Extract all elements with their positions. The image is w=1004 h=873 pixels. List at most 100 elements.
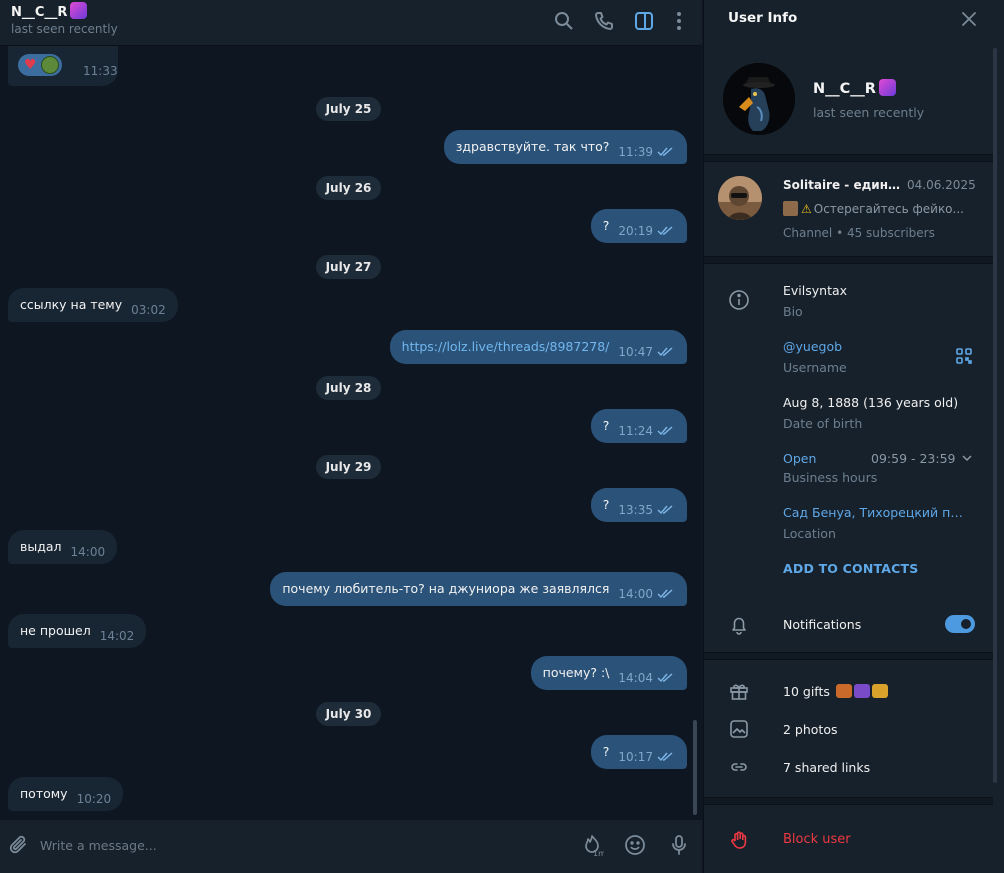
business-hours-state[interactable]: Open <box>783 451 816 466</box>
birthdate-label: Date of birth <box>783 416 863 431</box>
date-separator: July 28 <box>316 376 381 400</box>
read-ticks-icon <box>657 226 673 236</box>
reaction-chip[interactable]: ♥ <box>18 54 62 76</box>
more-options-icon[interactable] <box>668 10 690 32</box>
heart-icon: ♥ <box>24 57 37 73</box>
close-icon[interactable] <box>958 8 980 30</box>
read-ticks-icon <box>657 426 673 436</box>
block-user-button[interactable]: Block user <box>783 832 851 847</box>
business-hours-dropdown[interactable]: 09:59 - 23:59 <box>871 450 972 466</box>
date-separator: July 26 <box>316 176 381 200</box>
message-time: 11:24 <box>618 424 653 438</box>
channel-name: Solitaire - единс... <box>783 178 901 192</box>
message-text: здравствуйте. так что? <box>455 139 610 154</box>
read-ticks-icon <box>657 147 673 157</box>
chat-scrollbar[interactable] <box>693 720 697 815</box>
message-time: 20:19 <box>618 224 653 238</box>
chat-header[interactable]: N__C__R last seen recently <box>0 0 702 46</box>
avatar[interactable] <box>723 63 795 135</box>
message-link[interactable]: https://lolz.live/threads/8987278/ <box>402 339 610 354</box>
links-count: 7 shared links <box>783 760 871 775</box>
message-time: 10:47 <box>618 345 653 359</box>
profile-name: N__C__R <box>813 81 876 97</box>
svg-text:1m: 1m <box>593 849 604 857</box>
message-text: ? <box>602 744 610 759</box>
bio-label: Bio <box>783 304 803 319</box>
user-info-panel: User Info N__C__R last seen recently Sol… <box>703 0 1004 873</box>
timer-icon[interactable]: 1m <box>580 833 606 858</box>
message-out[interactable]: ? 11:24 <box>590 409 687 443</box>
message-out[interactable]: ? 10:17 <box>590 735 687 769</box>
notifications-toggle[interactable] <box>945 615 975 633</box>
message-in[interactable]: потому 10:20 <box>8 777 124 811</box>
business-hours-label: Business hours <box>783 470 878 485</box>
channel-preview-text: Остерегайтесь фейко... <box>813 202 964 216</box>
date-separator: July 29 <box>316 455 381 479</box>
message-list[interactable]: ♥ 11:33 July 25 здравствуйте. так что? 11… <box>0 46 702 820</box>
add-to-contacts-button[interactable]: ADD TO CONTACTS <box>783 561 918 576</box>
read-ticks-icon <box>657 505 673 515</box>
emoji-icon[interactable] <box>623 833 647 857</box>
channel-date: 04.06.2025 <box>907 178 976 192</box>
profile-status: last seen recently <box>813 105 925 120</box>
message-out[interactable]: https://lolz.live/threads/8987278/10:47 <box>389 330 687 364</box>
microphone-icon[interactable] <box>667 833 691 857</box>
qr-code-icon[interactable] <box>954 346 974 366</box>
photo-icon <box>728 718 750 740</box>
message-in[interactable]: выдал 14:00 <box>8 530 118 564</box>
message-text: почему? :\ <box>542 665 610 680</box>
message-in[interactable]: ссылку на тему 03:02 <box>8 288 178 322</box>
read-ticks-icon <box>657 752 673 762</box>
date-separator: July 30 <box>316 702 381 726</box>
emoji-status-icon[interactable] <box>878 79 896 96</box>
location-value[interactable]: Сад Бенуа, Тихорецкий пр.... <box>783 505 968 520</box>
gifts-count: 10 gifts <box>783 684 830 699</box>
composer: 1m <box>0 820 702 873</box>
message-out[interactable]: ? 13:35 <box>590 488 687 522</box>
message-with-reaction[interactable]: ♥ 11:33 <box>8 46 118 86</box>
channel-meta: Channel • 45 subscribers <box>783 226 935 240</box>
gift-icon <box>728 680 750 702</box>
chevron-down-icon <box>961 450 972 462</box>
message-text: выдал <box>20 539 62 554</box>
message-time: 03:02 <box>131 303 166 317</box>
notifications-label: Notifications <box>783 617 862 632</box>
photos-count: 2 photos <box>783 722 838 737</box>
message-time: 14:02 <box>99 629 135 643</box>
message-time: 14:04 <box>618 671 653 685</box>
chat-pane: N__C__R last seen recently ♥ 11:33 July … <box>0 0 702 873</box>
channel-last-post: ⚠ Остерегайтесь фейко... <box>783 201 978 216</box>
message-out[interactable]: почему? :\ 14:04 <box>530 656 687 690</box>
stop-hand-icon <box>728 829 750 851</box>
username-value[interactable]: @yuegob <box>783 339 842 354</box>
message-time: 10:20 <box>76 792 112 806</box>
message-input[interactable] <box>40 832 560 858</box>
link-icon <box>728 756 750 778</box>
message-time: 10:17 <box>618 750 653 764</box>
message-out[interactable]: здравствуйте. так что? 11:39 <box>443 130 687 164</box>
username-label: Username <box>783 360 847 375</box>
message-text: ссылку на тему <box>20 297 123 312</box>
peer-name-row[interactable]: N__C__R <box>11 2 88 20</box>
sidebar-toggle-icon[interactable] <box>633 10 655 32</box>
message-in[interactable]: не прошел 14:02 <box>8 614 147 648</box>
bell-icon <box>728 614 750 636</box>
emoji-status-icon <box>70 2 88 19</box>
message-time: 11:39 <box>618 145 653 159</box>
toggle-knob <box>959 617 973 631</box>
panel-scrollbar[interactable] <box>993 48 997 783</box>
bio-value[interactable]: Evilsyntax <box>783 283 847 298</box>
message-text: ? <box>602 418 610 433</box>
message-time: 11:33 <box>83 64 118 78</box>
read-ticks-icon <box>657 673 673 683</box>
birthdate-value[interactable]: Aug 8, 1888 (136 years old) <box>783 395 958 410</box>
message-out[interactable]: ? 20:19 <box>590 209 687 243</box>
message-out[interactable]: почему любитель-то? на джуниора же заявл… <box>270 572 687 606</box>
warning-icon: ⚠ <box>801 202 812 216</box>
paperclip-icon[interactable] <box>8 833 30 857</box>
business-hours-value: 09:59 - 23:59 <box>871 451 956 466</box>
info-icon <box>728 289 750 311</box>
search-icon[interactable] <box>553 10 575 32</box>
message-text: ? <box>602 218 610 233</box>
phone-icon[interactable] <box>593 10 615 32</box>
